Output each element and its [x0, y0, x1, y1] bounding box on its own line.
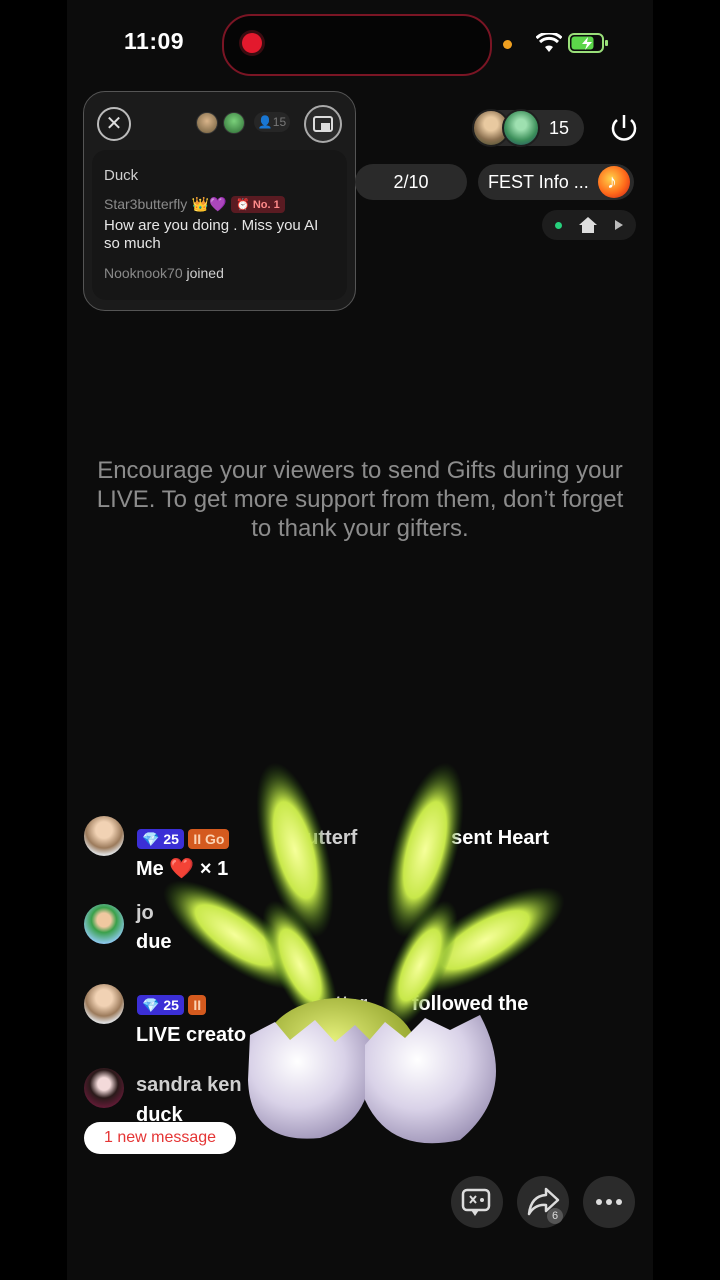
chat-avatar[interactable]	[84, 984, 124, 1024]
gift-toggle-icon	[461, 1188, 491, 1216]
close-icon[interactable]: ✕	[97, 107, 131, 141]
page-counter: 2/10	[393, 172, 429, 192]
chat-avatar[interactable]	[84, 816, 124, 856]
status-dot	[555, 222, 562, 229]
more-button[interactable]	[583, 1176, 635, 1228]
gift-encourage-text: Encourage your viewers to send Gifts dur…	[96, 457, 624, 542]
viewer-count: 15	[272, 115, 287, 129]
power-icon[interactable]	[607, 111, 641, 145]
chat-username: Star3butterfly	[104, 196, 188, 212]
share-button[interactable]: 6	[517, 1176, 569, 1228]
battery-icon	[568, 33, 608, 53]
popup-chat-area: Duck Star3butterfly 👑💜 ⏰ No. 1 How are y…	[92, 150, 347, 300]
chat-avatar[interactable]	[84, 904, 124, 944]
viewers-pill[interactable]: 15	[472, 109, 584, 147]
gift-animation	[163, 762, 565, 1144]
play-arrow-icon	[615, 220, 623, 230]
viewer-count-badge: 👤15	[254, 112, 290, 132]
dynamic-island	[222, 14, 492, 76]
record-icon	[242, 33, 262, 53]
page-counter-pill[interactable]: 2/10	[355, 164, 467, 200]
cracked-egg	[248, 998, 496, 1144]
viewer-count: 15	[549, 118, 570, 138]
popup-join-notice: Nooknook70 joined	[104, 265, 224, 281]
feather-burst	[163, 762, 565, 1030]
popup-chat-message: How are you doing . Miss you AI so much	[104, 217, 319, 252]
live-preview-card[interactable]: ✕ 👤15 Duck Star3butterfly 👑💜 ⏰ No. 1 How…	[83, 91, 356, 311]
person-icon: 👤	[257, 115, 273, 129]
new-message-pill[interactable]: 1 new message	[84, 1122, 236, 1154]
popup-title: Duck	[104, 167, 139, 184]
music-icon: ♪	[598, 166, 630, 198]
share-count-badge: 6	[547, 1208, 563, 1224]
popup-chat-header: Star3butterfly 👑💜 ⏰ No. 1	[104, 196, 285, 214]
top-viewer-avatar[interactable]	[502, 109, 540, 147]
fest-label: FEST Info ...	[488, 172, 589, 192]
wifi-icon	[536, 33, 562, 52]
live-status-pill[interactable]	[542, 210, 636, 240]
viewer-avatar	[223, 112, 245, 134]
gift-toggle-button[interactable]	[451, 1176, 503, 1228]
more-icon	[596, 1199, 622, 1205]
rank-badge: ⏰ No. 1	[231, 196, 285, 213]
fest-info-button[interactable]: FEST Info ... ♪	[478, 164, 634, 200]
privacy-indicator	[503, 40, 512, 49]
status-time: 11:09	[124, 28, 185, 54]
pip-icon[interactable]	[304, 105, 342, 143]
chat-avatar[interactable]	[84, 1068, 124, 1108]
viewer-avatar	[196, 112, 218, 134]
home-icon	[579, 217, 597, 233]
crown-purple-heart-emoji: 👑💜	[191, 196, 227, 212]
